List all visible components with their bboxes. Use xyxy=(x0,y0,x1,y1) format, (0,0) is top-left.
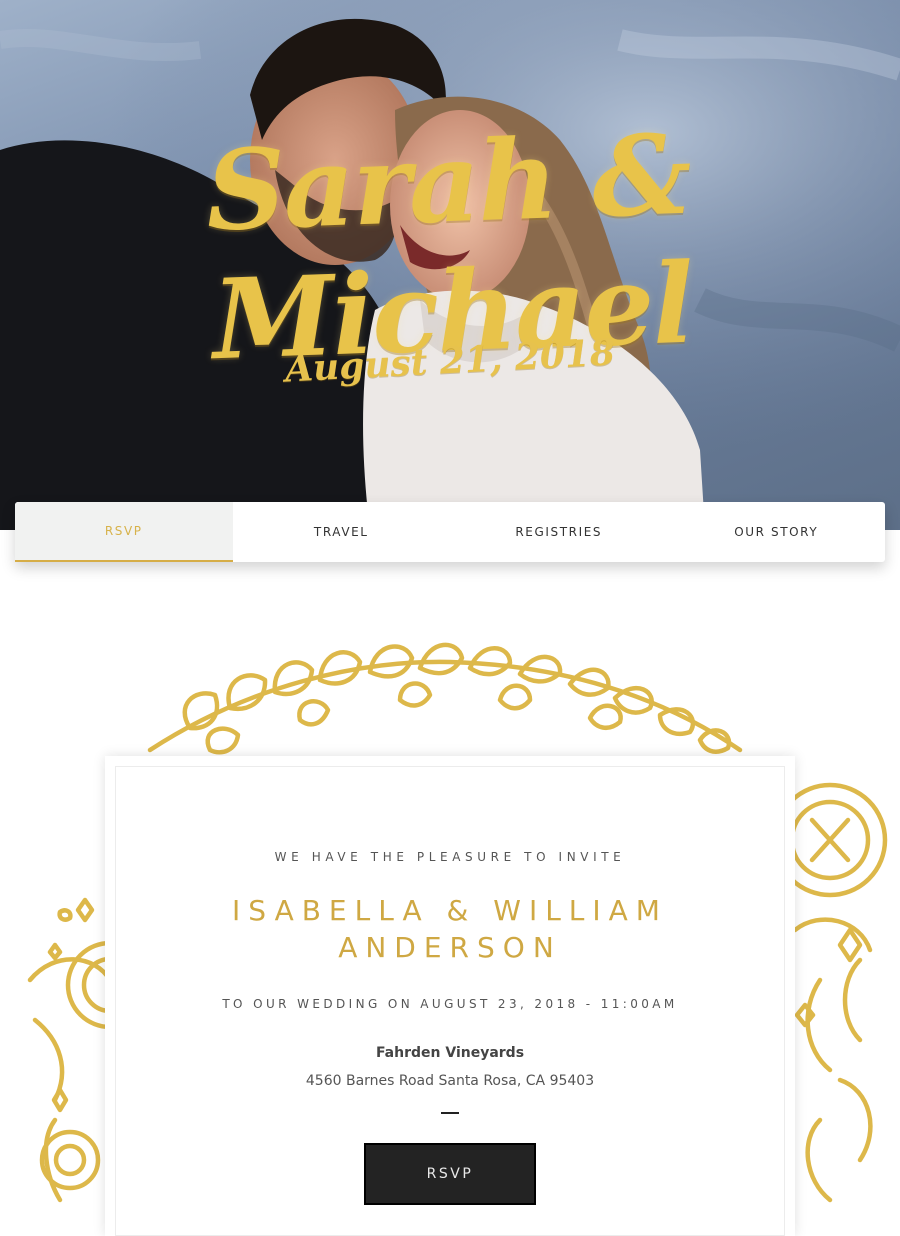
tab-rsvp[interactable]: RSVP xyxy=(15,502,233,562)
tab-our-story[interactable]: OUR STORY xyxy=(668,502,886,562)
wedding-details: TO OUR WEDDING ON AUGUST 23, 2018 - 11:0… xyxy=(222,997,678,1011)
venue-name: Fahrden Vineyards xyxy=(375,1045,525,1061)
tab-travel[interactable]: TRAVEL xyxy=(233,502,451,562)
invitation-lead: WE HAVE THE PLEASURE TO INVITE xyxy=(274,850,626,864)
hero-banner: Sarah & Michael August 21, 2018 xyxy=(0,0,900,530)
section-nav: RSVP TRAVEL REGISTRIES OUR STORY xyxy=(15,502,885,562)
couple-names: ISABELLA & WILLIAM ANDERSON xyxy=(105,892,795,966)
couple-line-1: ISABELLA & WILLIAM xyxy=(232,894,668,927)
invitation-card: WE HAVE THE PLEASURE TO INVITE ISABELLA … xyxy=(105,756,795,1236)
couple-line-2: ANDERSON xyxy=(338,931,562,964)
divider xyxy=(441,1112,459,1114)
venue-address: 4560 Barnes Road Santa Rosa, CA 95403 xyxy=(305,1073,595,1089)
rsvp-button[interactable]: RSVP xyxy=(364,1143,536,1205)
tab-registries[interactable]: REGISTRIES xyxy=(450,502,668,562)
